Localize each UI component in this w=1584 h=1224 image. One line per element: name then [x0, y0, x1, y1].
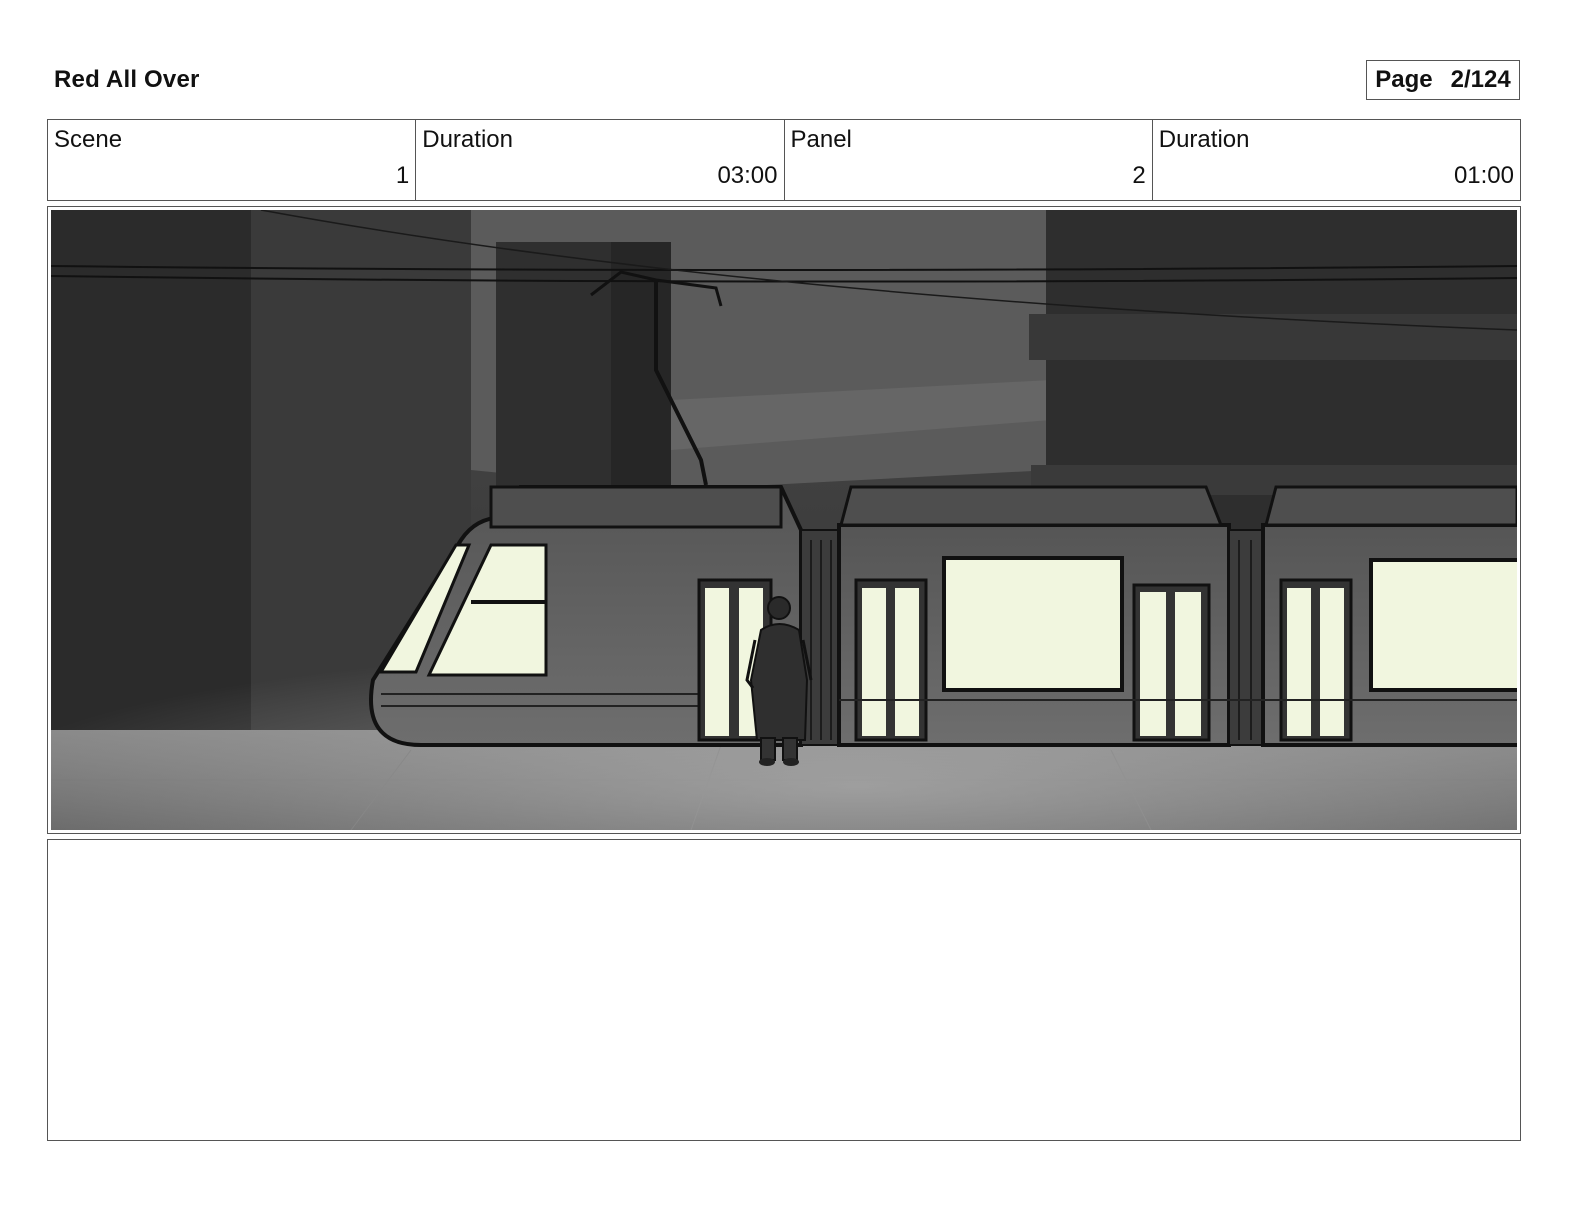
- panel-info-row: Scene 1 Duration 03:00 Panel 2 Duration …: [47, 119, 1521, 201]
- document-title: Red All Over: [54, 66, 200, 93]
- panel-duration-label: Duration: [1158, 126, 1250, 153]
- scene-duration-label: Duration: [422, 126, 513, 153]
- storyboard-panel-image: [51, 210, 1517, 830]
- panel-duration-value: 01:00: [1453, 162, 1514, 189]
- scene-label: Scene: [54, 126, 123, 153]
- panel-notes-box: [47, 839, 1521, 1141]
- panel-value: 2: [1132, 162, 1146, 189]
- page-number: 2/124: [1450, 66, 1511, 93]
- page-label: Page: [1375, 66, 1433, 93]
- scene-value: 1: [395, 162, 410, 189]
- panel-cell: Panel 2: [785, 120, 1153, 200]
- page-indicator: Page 2/124: [1366, 60, 1520, 100]
- scene-cell: Scene 1: [48, 120, 417, 200]
- scene-duration-value: 03:00: [717, 162, 778, 189]
- panel-label: Panel: [790, 126, 852, 153]
- storyboard-panel-frame: [47, 206, 1521, 834]
- panel-duration-cell: Duration 01:00: [1153, 120, 1520, 200]
- scene-duration-cell: Duration 03:00: [416, 120, 785, 200]
